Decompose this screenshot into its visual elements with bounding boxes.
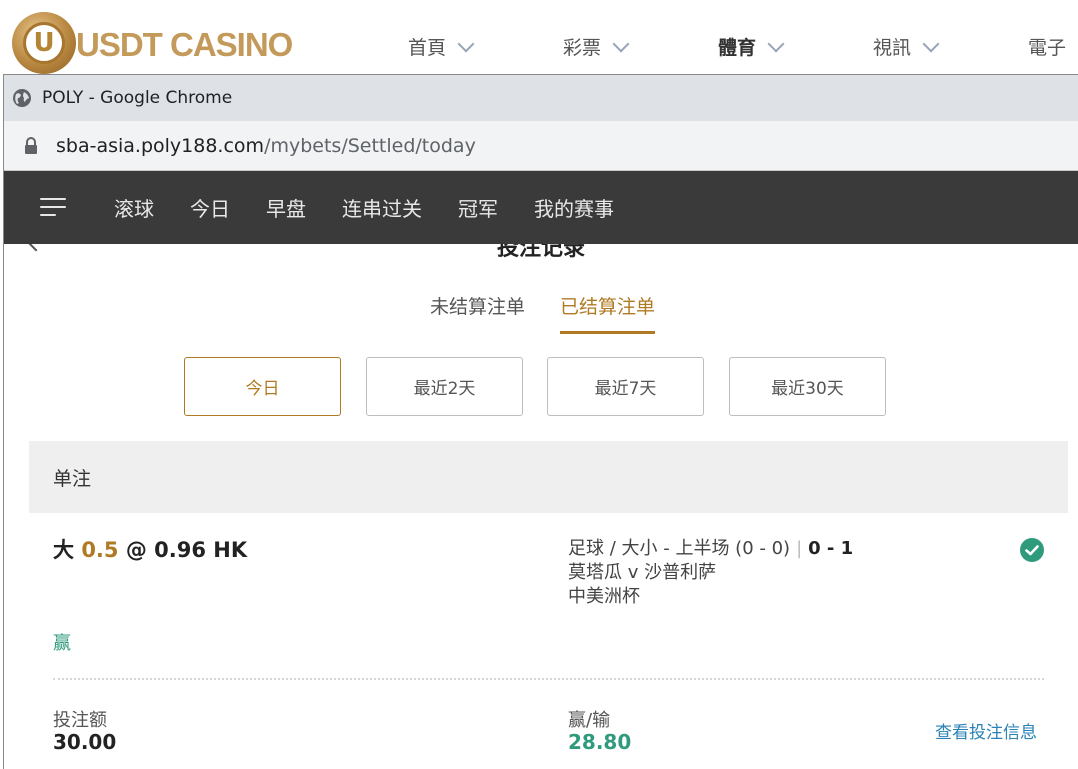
site-nav-label: 首頁 bbox=[408, 37, 447, 59]
sportsbook-nav: 滚球 今日 早盘 连串过关 冠军 我的赛事 bbox=[4, 171, 1078, 244]
logo-text: USDT CASINO bbox=[76, 26, 293, 63]
bet-odds: 0.96 HK bbox=[154, 538, 248, 562]
bet-detail: 足球 / 大小 - 上半场 (0 - 0) | 0 - 1 莫塔瓜 v 沙普利萨 中… bbox=[568, 537, 853, 609]
bet-result: 赢 bbox=[53, 633, 71, 654]
site-nav-lottery[interactable]: 彩票 bbox=[563, 33, 630, 60]
site-nav-sports[interactable]: 體育 bbox=[718, 33, 785, 60]
sb-nav-outright[interactable]: 冠军 bbox=[458, 193, 498, 222]
bet-selection-side: 大 bbox=[53, 538, 74, 562]
url-path: /mybets/Settled/today bbox=[264, 134, 476, 157]
settlement-tabs: 未结算注单 已结算注单 bbox=[4, 292, 1078, 334]
bet-at-symbol: @ bbox=[125, 538, 147, 562]
settled-check-icon bbox=[1020, 538, 1044, 562]
sb-nav-early[interactable]: 早盘 bbox=[266, 193, 306, 222]
filter-today-button[interactable]: 今日 bbox=[184, 357, 341, 416]
bet-league: 中美洲杯 bbox=[568, 586, 640, 607]
tab-settled[interactable]: 已结算注单 bbox=[560, 292, 656, 334]
winloss-value: 28.80 bbox=[568, 730, 632, 754]
lock-icon[interactable] bbox=[24, 136, 38, 155]
site-nav-label: 體育 bbox=[718, 37, 757, 59]
site-nav-label: 視訊 bbox=[873, 37, 912, 59]
bet-handicap: 0.5 bbox=[81, 538, 119, 562]
bet-divider: | bbox=[796, 538, 803, 559]
window-titlebar[interactable]: POLY - Google Chrome bbox=[4, 75, 1078, 121]
winloss-label: 赢/输 bbox=[568, 710, 611, 731]
bet-match: 莫塔瓜 v 沙普利萨 bbox=[568, 562, 717, 583]
page-title: 投注记录 bbox=[496, 244, 585, 261]
chevron-down-icon bbox=[767, 35, 785, 52]
bet-market: 足球 / 大小 - 上半场 (0 - 0) bbox=[568, 538, 791, 559]
view-bet-details-link[interactable]: 查看投注信息 bbox=[935, 718, 1037, 743]
sb-nav-today[interactable]: 今日 bbox=[190, 193, 230, 222]
globe-icon bbox=[13, 89, 31, 107]
chevron-down-icon bbox=[922, 35, 940, 52]
sb-nav-parlay[interactable]: 连串过关 bbox=[342, 193, 422, 222]
url-host: sba-asia.poly188.com bbox=[56, 134, 265, 157]
filter-2days-button[interactable]: 最近2天 bbox=[366, 357, 523, 416]
address-bar[interactable]: sba-asia.poly188.com/mybets/Settled/toda… bbox=[4, 121, 1078, 171]
url-text[interactable]: sba-asia.poly188.com/mybets/Settled/toda… bbox=[56, 135, 476, 157]
bet-score: 0 - 1 bbox=[808, 538, 854, 559]
logo-coin-icon: U bbox=[12, 12, 76, 74]
site-nav-home[interactable]: 首頁 bbox=[408, 33, 475, 60]
usdt-casino-logo[interactable]: U USDT CASINO bbox=[12, 12, 332, 74]
site-header: U USDT CASINO 首頁 彩票 體育 視訊 電子 bbox=[0, 0, 1078, 74]
bet-history-content: 投注记录 未结算注单 已结算注单 今日 最近2天 最近7天 最近30天 单注 大… bbox=[4, 244, 1078, 769]
chevron-down-icon bbox=[457, 35, 475, 52]
site-nav-label: 彩票 bbox=[563, 37, 602, 59]
window-title: POLY - Google Chrome bbox=[42, 88, 233, 108]
section-title: 单注 bbox=[53, 467, 92, 490]
hamburger-menu-icon[interactable] bbox=[40, 197, 66, 218]
chrome-popup-window: POLY - Google Chrome sba-asia.poly188.co… bbox=[3, 74, 1078, 769]
stake-value: 30.00 bbox=[53, 730, 117, 754]
filter-30days-button[interactable]: 最近30天 bbox=[729, 357, 886, 416]
site-nav-label: 電子 bbox=[1028, 37, 1067, 59]
divider bbox=[53, 678, 1044, 680]
tab-unsettled[interactable]: 未结算注单 bbox=[430, 292, 525, 331]
sb-nav-my-events[interactable]: 我的赛事 bbox=[534, 193, 614, 222]
stake-label: 投注额 bbox=[53, 710, 107, 731]
section-header-single: 单注 bbox=[29, 441, 1068, 513]
site-nav-live[interactable]: 視訊 bbox=[873, 33, 940, 60]
chevron-down-icon bbox=[612, 35, 630, 52]
bet-selection: 大 0.5 @ 0.96 HK bbox=[53, 534, 247, 564]
filter-7days-button[interactable]: 最近7天 bbox=[547, 357, 704, 416]
site-nav-slots[interactable]: 電子 bbox=[1028, 33, 1066, 60]
sb-nav-inplay[interactable]: 滚球 bbox=[114, 193, 154, 222]
